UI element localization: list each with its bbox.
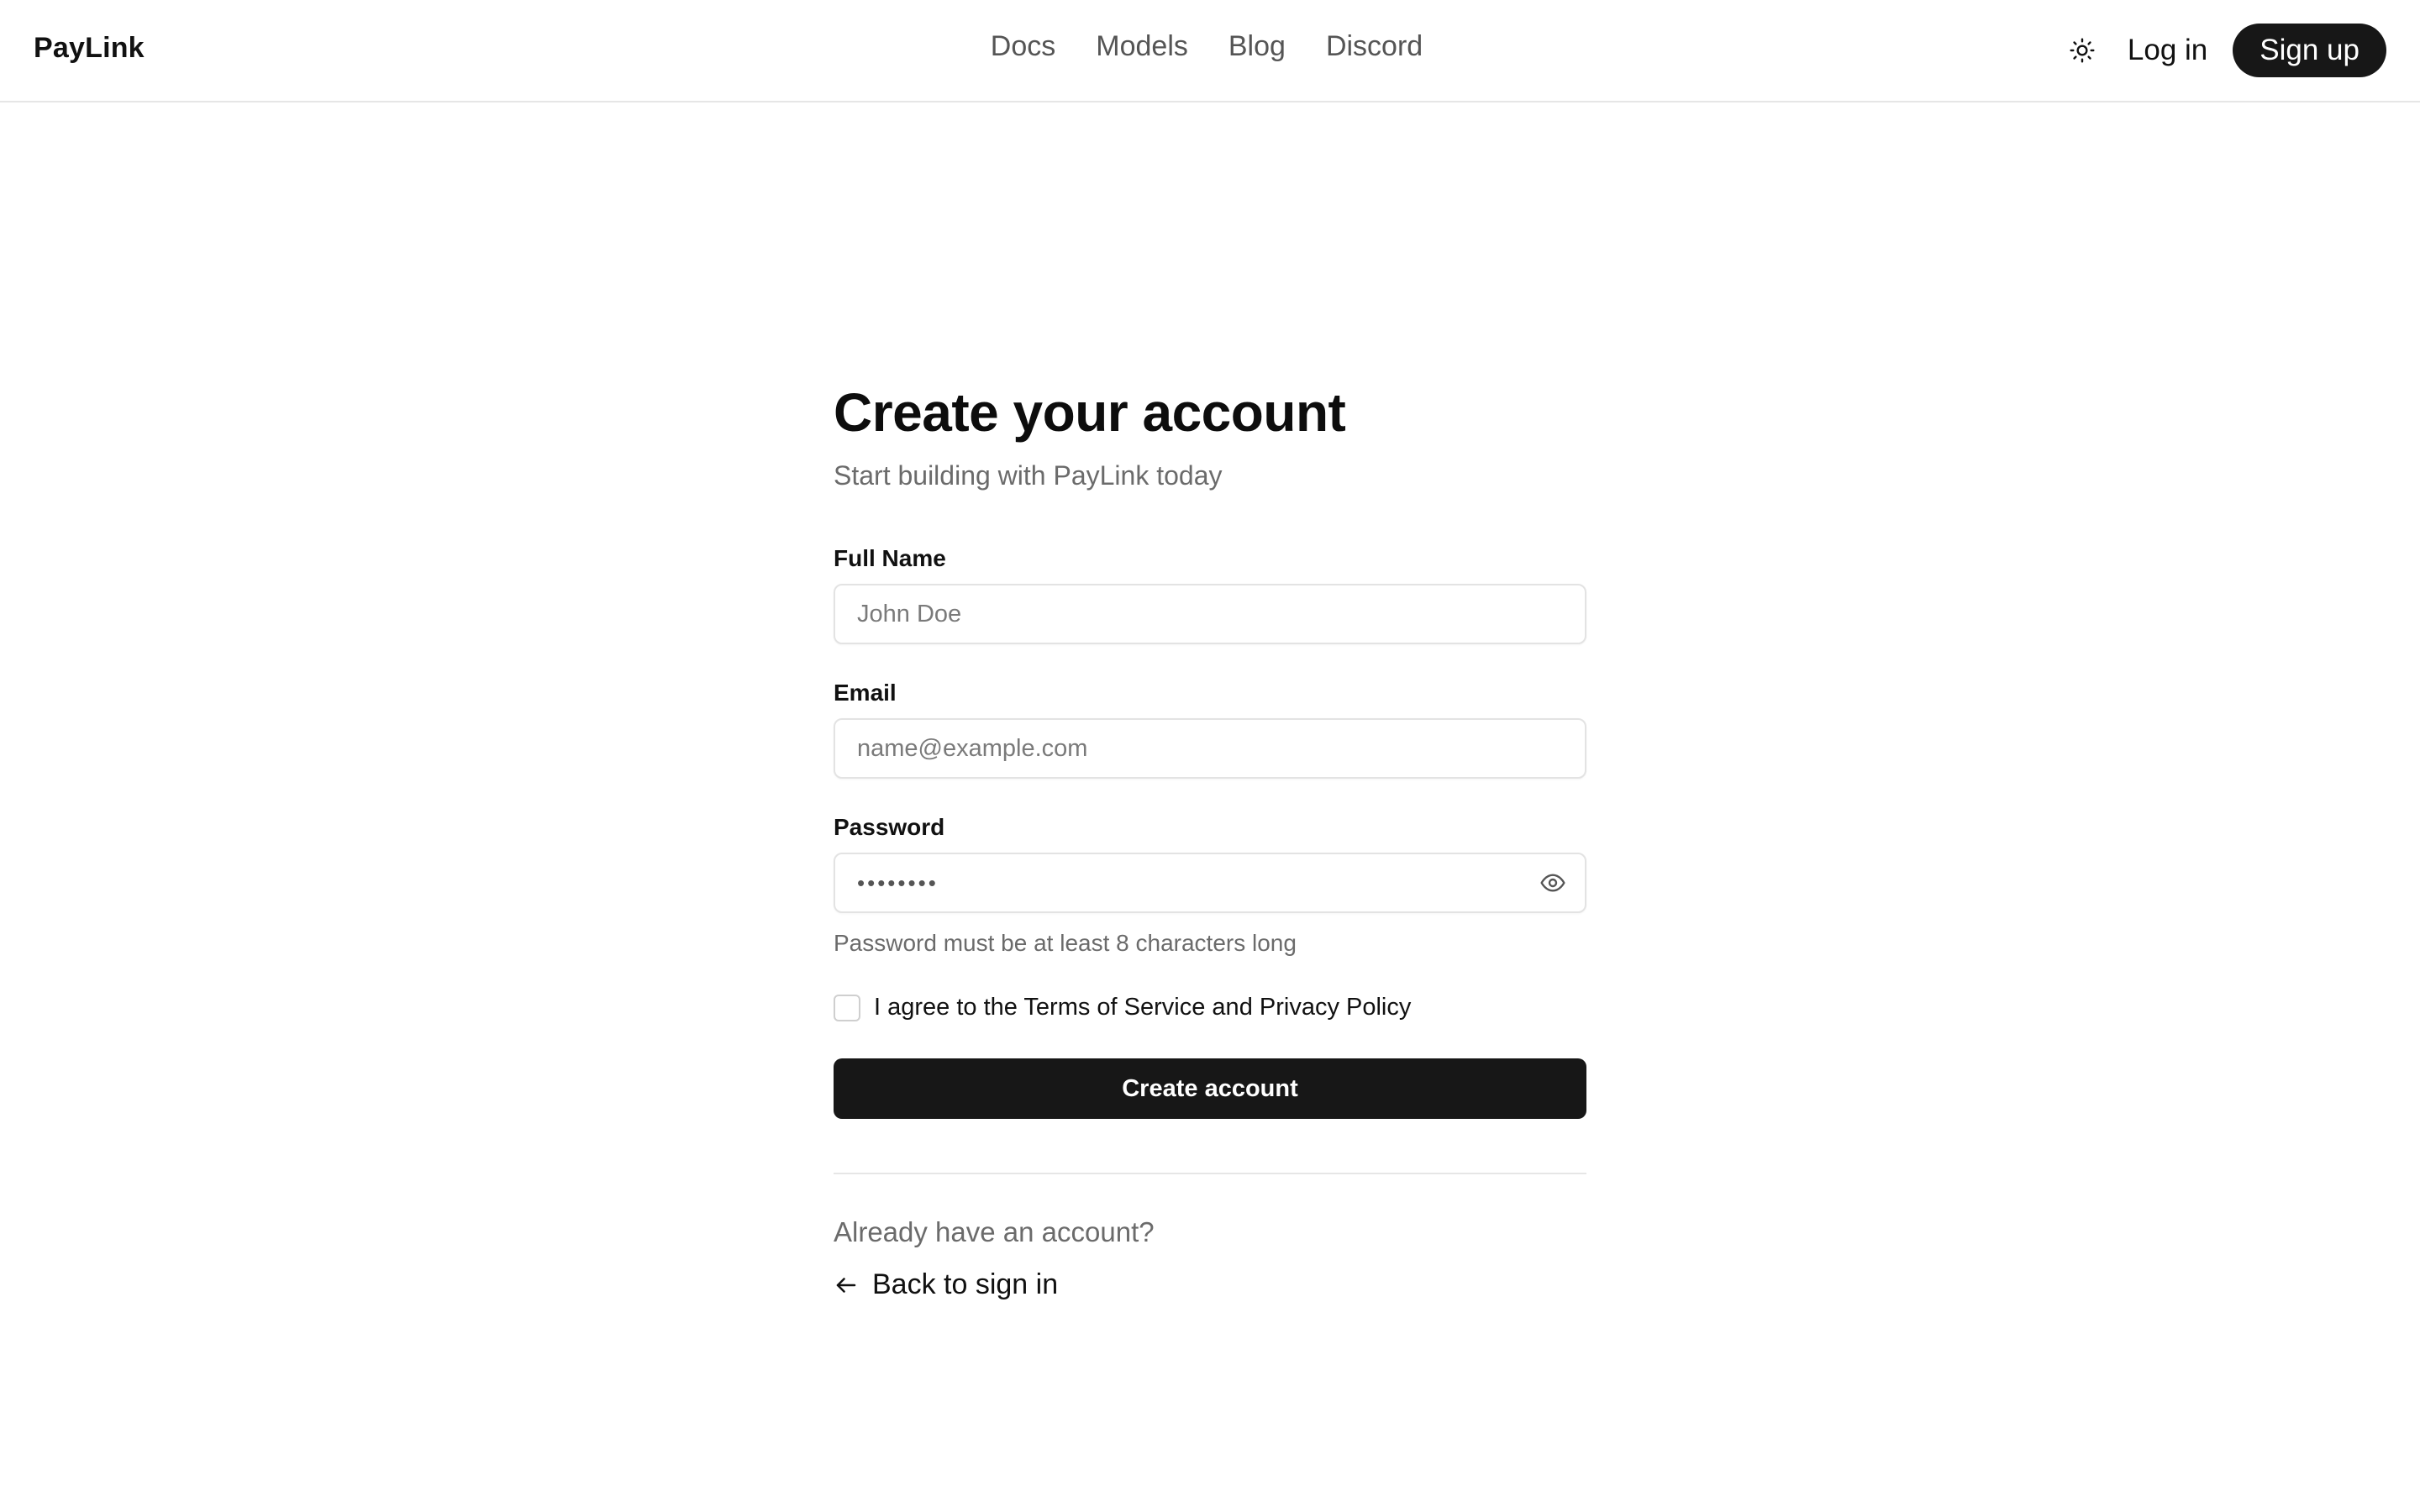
terms-checkbox[interactable] [834, 994, 860, 1021]
back-to-sign-in-label[interactable]: Back to sign in [872, 1268, 1058, 1301]
top-header: PayLink Docs Models Blog Discord Log in … [0, 0, 2420, 102]
signup-button[interactable]: Sign up [2233, 24, 2386, 77]
full-name-input[interactable] [835, 585, 1585, 643]
full-name-label: Full Name [834, 545, 946, 572]
toggle-password-visibility-button[interactable] [1538, 868, 1568, 898]
nav-blog[interactable]: Blog [1228, 30, 1286, 63]
password-input-box[interactable]: •••••••• [834, 853, 1586, 914]
page-title: Create your account [834, 382, 1346, 443]
nav-docs[interactable]: Docs [991, 30, 1055, 63]
divider [834, 1173, 1586, 1175]
email-input-box [834, 718, 1586, 780]
terms-agreement: I agree to the Terms of Service and Priv… [834, 994, 1586, 1021]
password-hint: Password must be at least 8 characters l… [834, 930, 1297, 957]
nav-models[interactable]: Models [1096, 30, 1188, 63]
arrow-left-icon [836, 1278, 856, 1293]
email-label: Email [834, 680, 897, 706]
password-label: Password [834, 814, 945, 841]
theme-toggle-button[interactable] [2062, 30, 2102, 71]
already-have-account-text: Already have an account? [834, 1216, 1155, 1248]
create-account-button[interactable]: Create account [834, 1058, 1586, 1120]
nav-discord[interactable]: Discord [1326, 30, 1423, 63]
signup-form: Create your account Start building with … [834, 383, 1586, 1301]
full-name-input-box [834, 584, 1586, 645]
eye-icon [1540, 874, 1565, 892]
login-link[interactable]: Log in [2124, 34, 2211, 67]
email-input[interactable] [835, 720, 1585, 778]
page-subtitle: Start building with PayLink today [834, 460, 1223, 491]
password-field-group: Password •••••••• Password must be at le… [834, 814, 1586, 957]
email-field-group: Email [834, 680, 1586, 780]
main-nav: Docs Models Blog Discord [0, 30, 2420, 63]
header-actions: Log in Sign up [2062, 24, 2386, 77]
password-input[interactable]: •••••••• [857, 854, 939, 911]
terms-label[interactable]: I agree to the Terms of Service and Priv… [874, 994, 1411, 1021]
full-name-field-group: Full Name [834, 545, 1586, 645]
sun-icon [2070, 38, 2095, 63]
back-to-sign-in-link[interactable]: Back to sign in [834, 1268, 1586, 1301]
